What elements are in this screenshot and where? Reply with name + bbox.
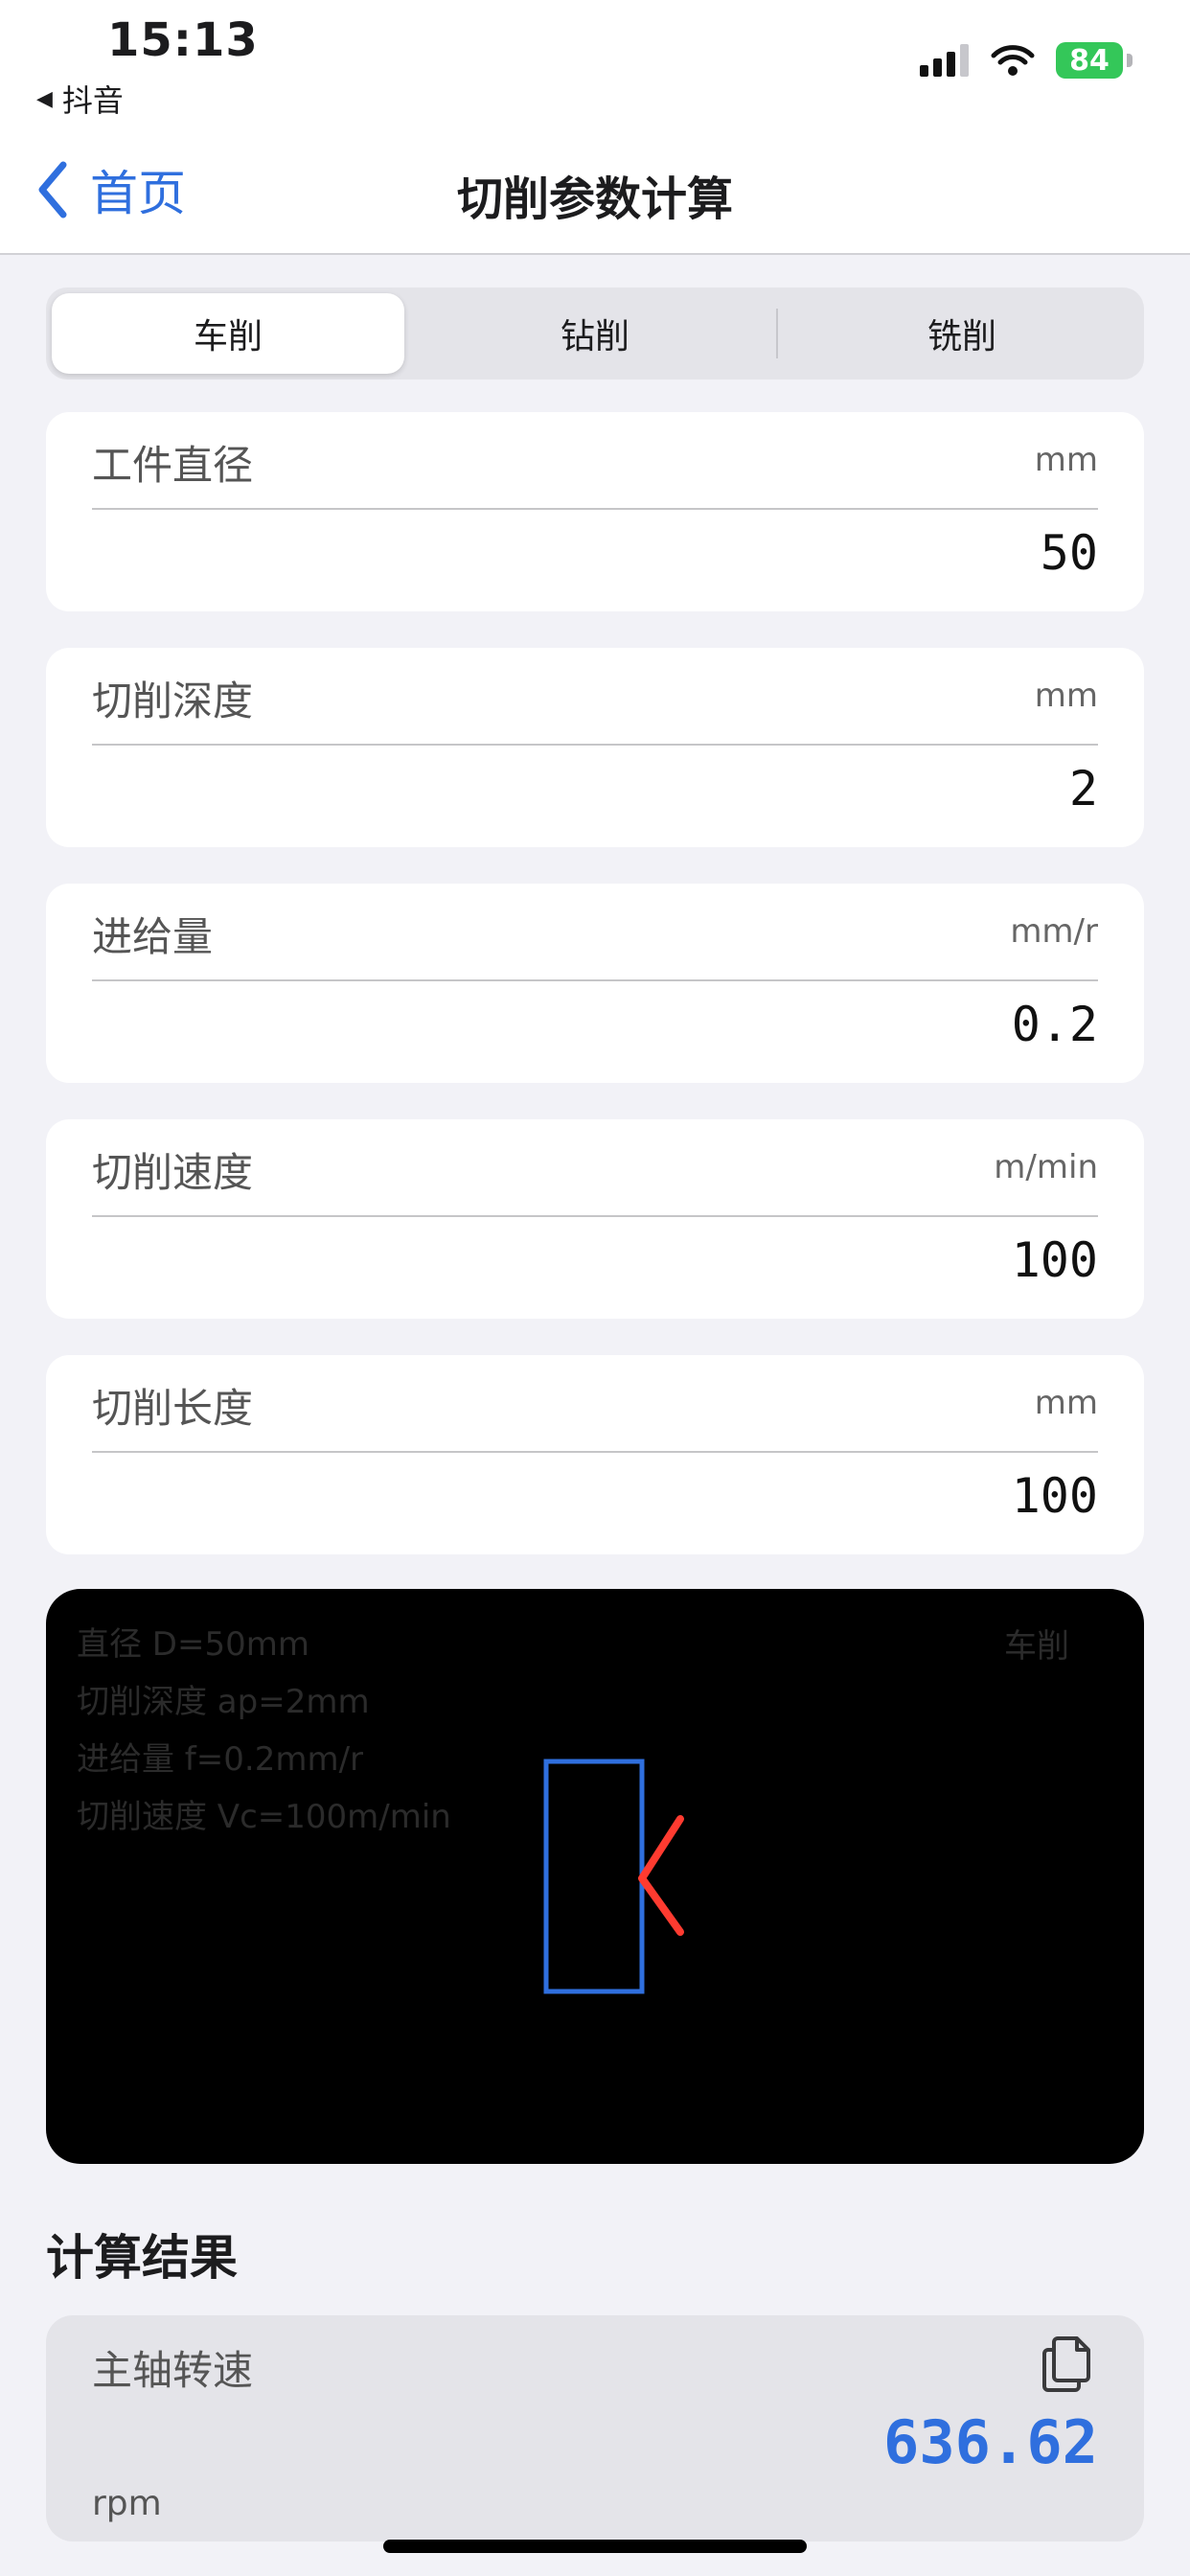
spindle-speed-unit: rpm: [92, 2484, 162, 2523]
status-bar: 15:13 ◀ 抖音 84: [0, 0, 1190, 134]
field-label: 工件直径: [92, 442, 254, 489]
field-unit: mm: [1034, 677, 1098, 715]
segment-drilling[interactable]: 钻削: [419, 293, 771, 374]
field-divider: [92, 979, 1098, 981]
field-unit: m/min: [994, 1148, 1098, 1186]
cellular-signal-icon: [920, 44, 969, 77]
page-title: 切削参数计算: [456, 172, 733, 226]
cutting-speed-input[interactable]: 100: [1012, 1232, 1098, 1288]
feed-rate-card: 进给量 mm/r 0.2: [46, 884, 1144, 1083]
machining-type-segmented-control: 车削 钻削 铣削: [46, 288, 1144, 380]
field-label: 切削深度: [92, 678, 254, 724]
status-indicators: 84: [920, 42, 1133, 79]
copy-button[interactable]: [1039, 2331, 1098, 2398]
workpiece-diameter-input[interactable]: 50: [1041, 525, 1098, 581]
cutting-length-card: 切削长度 mm 100: [46, 1355, 1144, 1554]
segment-milling[interactable]: 铣削: [786, 293, 1138, 374]
machining-diagram: 直径 D=50mm 切削深度 ap=2mm 进给量 f=0.2mm/r 切削速度…: [46, 1589, 1144, 2164]
segment-divider: [776, 309, 778, 358]
field-unit: mm/r: [1010, 912, 1098, 951]
battery-icon: 84: [1056, 42, 1123, 79]
cutting-speed-card: 切削速度 m/min 100: [46, 1119, 1144, 1319]
cutting-depth-input[interactable]: 2: [1069, 761, 1098, 816]
cutting-depth-card: 切削深度 mm 2: [46, 648, 1144, 847]
field-label: 切削速度: [92, 1149, 254, 1196]
field-divider: [92, 1451, 1098, 1453]
field-label: 进给量: [92, 913, 214, 960]
field-unit: mm: [1034, 441, 1098, 479]
home-indicator[interactable]: [383, 2540, 807, 2553]
cutting-tool-shape: [638, 1815, 684, 1936]
spindle-speed-result-card: 主轴转速 636.62 rpm: [46, 2315, 1144, 2542]
field-unit: mm: [1034, 1384, 1098, 1422]
wifi-icon: [991, 45, 1035, 76]
battery-level: 84: [1069, 43, 1110, 78]
battery-nub: [1127, 54, 1133, 67]
status-time: 15:13: [107, 13, 259, 67]
field-divider: [92, 744, 1098, 746]
field-divider: [92, 508, 1098, 510]
spindle-speed-value: 636.62: [883, 2407, 1098, 2477]
segment-turning[interactable]: 车削: [52, 293, 404, 374]
cutting-length-input[interactable]: 100: [1012, 1468, 1098, 1524]
navigation-bar: 首页 切削参数计算: [0, 134, 1190, 255]
workpiece-shape: [543, 1759, 645, 1994]
copy-icon: [1042, 2336, 1090, 2392]
back-to-app[interactable]: ◀ 抖音: [36, 77, 124, 121]
field-divider: [92, 1215, 1098, 1217]
diagram-drawing: [543, 1759, 684, 1994]
back-app-label: 抖音: [61, 82, 124, 119]
field-label: 切削长度: [92, 1385, 254, 1432]
back-triangle-icon: ◀: [36, 86, 53, 111]
feed-rate-input[interactable]: 0.2: [1012, 997, 1098, 1052]
results-section-title: 计算结果: [46, 2230, 238, 2286]
spindle-speed-label: 主轴转速: [92, 2347, 254, 2394]
workpiece-diameter-card: 工件直径 mm 50: [46, 412, 1144, 611]
